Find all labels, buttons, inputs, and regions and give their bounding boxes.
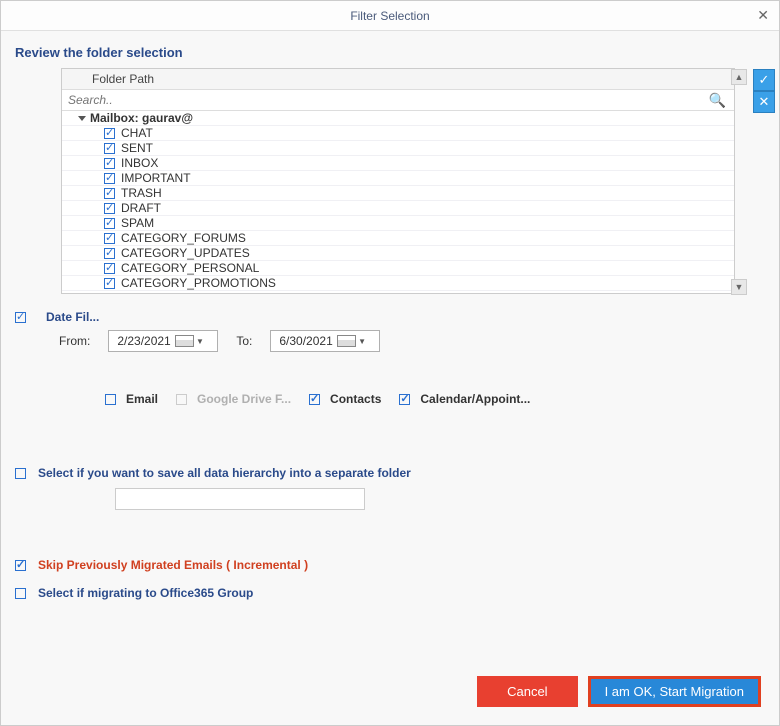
folder-label: CATEGORY_UPDATES: [121, 246, 250, 260]
email-checkbox[interactable]: [105, 394, 116, 405]
folder-checkbox[interactable]: [104, 203, 115, 214]
folder-label: INBOX: [121, 156, 158, 170]
calendar-icon[interactable]: [175, 335, 194, 347]
folder-label: CHAT: [121, 126, 153, 140]
folder-row[interactable]: CATEGORY_PROMOTIONS: [62, 276, 734, 291]
check-all-button[interactable]: ✓: [753, 69, 775, 91]
chevron-down-icon[interactable]: ▼: [358, 337, 375, 346]
calendar-icon[interactable]: [337, 335, 356, 347]
folder-checkbox[interactable]: [104, 188, 115, 199]
skip-incremental-checkbox[interactable]: [15, 560, 26, 571]
scroll-down-icon[interactable]: ▼: [731, 279, 747, 295]
folder-row[interactable]: CATEGORY_UPDATES: [62, 246, 734, 261]
save-hierarchy-checkbox[interactable]: [15, 468, 26, 479]
gdrive-label: Google Drive F...: [197, 392, 291, 406]
folder-tree-body[interactable]: Mailbox: gaurav@ CHAT SENT INBOX IMPORTA…: [62, 111, 734, 293]
hierarchy-folder-input[interactable]: [115, 488, 365, 510]
contacts-checkbox[interactable]: [309, 394, 320, 405]
folder-row[interactable]: TRASH: [62, 186, 734, 201]
office365-group-checkbox[interactable]: [15, 588, 26, 599]
save-hierarchy-label: Select if you want to save all data hier…: [38, 466, 411, 480]
date-filter-checkbox[interactable]: [15, 312, 26, 323]
folder-row[interactable]: IMPORTANT: [62, 171, 734, 186]
folder-path-header: Folder Path: [62, 69, 734, 90]
to-date-input[interactable]: 6/30/2021 ▼: [270, 330, 380, 352]
title-bar: Filter Selection ✕: [1, 1, 779, 31]
folder-label: CATEGORY_FORUMS: [121, 231, 246, 245]
folder-label: SENT: [121, 141, 153, 155]
folder-checkbox[interactable]: [104, 293, 115, 294]
footer-buttons: Cancel I am OK, Start Migration: [477, 676, 761, 707]
mailbox-row[interactable]: Mailbox: gaurav@: [62, 111, 734, 126]
calendar-checkbox[interactable]: [399, 394, 410, 405]
window-title: Filter Selection: [350, 9, 429, 23]
folder-label: TRASH: [121, 186, 162, 200]
start-migration-button[interactable]: I am OK, Start Migration: [591, 679, 758, 704]
cancel-button[interactable]: Cancel: [477, 676, 577, 707]
from-date-value: 2/23/2021: [117, 334, 170, 348]
review-heading: Review the folder selection: [15, 45, 765, 60]
uncheck-all-button[interactable]: ✕: [753, 91, 775, 113]
contacts-label: Contacts: [330, 392, 381, 406]
folder-row[interactable]: SPAM: [62, 216, 734, 231]
close-icon[interactable]: ✕: [757, 7, 769, 24]
folder-checkbox[interactable]: [104, 158, 115, 169]
search-row: 🔍: [62, 90, 734, 111]
folder-label: DRAFT: [121, 201, 161, 215]
from-date-input[interactable]: 2/23/2021 ▼: [108, 330, 218, 352]
office365-group-label: Select if migrating to Office365 Group: [38, 586, 253, 600]
gdrive-checkbox: [176, 394, 187, 405]
chevron-down-icon[interactable]: ▼: [196, 337, 213, 346]
folder-checkbox[interactable]: [104, 128, 115, 139]
folder-tree: Folder Path 🔍 Mailbox: gaurav@ CHAT SENT…: [61, 68, 735, 294]
from-label: From:: [55, 334, 94, 348]
save-hierarchy-row: Select if you want to save all data hier…: [15, 466, 765, 480]
tree-action-col: ✓ ✕: [753, 69, 775, 113]
mailbox-label: Mailbox: gaurav@: [90, 111, 193, 125]
date-filter-label: Date Fil...: [46, 310, 99, 324]
folder-checkbox[interactable]: [104, 233, 115, 244]
folder-checkbox[interactable]: [104, 143, 115, 154]
expand-arrow-icon[interactable]: [78, 116, 86, 121]
folder-row[interactable]: SENT: [62, 141, 734, 156]
folder-row[interactable]: CATEGORY_PERSONAL: [62, 261, 734, 276]
search-icon[interactable]: 🔍: [701, 92, 734, 109]
search-input[interactable]: [62, 90, 701, 110]
folder-label: CATEGORY_PROMOTIONS: [121, 276, 276, 290]
to-date-value: 6/30/2021: [279, 334, 332, 348]
email-label: Email: [126, 392, 158, 406]
office365-group-row: Select if migrating to Office365 Group: [15, 586, 765, 600]
folder-label: CATEGORY_PERSONAL: [121, 261, 259, 275]
folder-row[interactable]: CATEGORY_FORUMS: [62, 231, 734, 246]
item-types-row: Email Google Drive F... Contacts Calenda…: [105, 392, 765, 406]
skip-incremental-label: Skip Previously Migrated Emails ( Increm…: [38, 558, 308, 572]
folder-row[interactable]: DRAFT: [62, 201, 734, 216]
scroll-up-icon[interactable]: ▲: [731, 69, 747, 85]
folder-row[interactable]: CHAT: [62, 126, 734, 141]
folder-label: SPAM: [121, 216, 154, 230]
folder-row[interactable]: CATEGORY_SOCIAL: [62, 291, 734, 293]
to-label: To:: [232, 334, 256, 348]
folder-label: CATEGORY_SOCIAL: [121, 291, 238, 293]
folder-checkbox[interactable]: [104, 248, 115, 259]
date-filter-row: Date Fil...: [15, 310, 765, 324]
folder-checkbox[interactable]: [104, 278, 115, 289]
start-button-highlight: I am OK, Start Migration: [588, 676, 761, 707]
folder-checkbox[interactable]: [104, 218, 115, 229]
folder-checkbox[interactable]: [104, 173, 115, 184]
skip-incremental-row: Skip Previously Migrated Emails ( Increm…: [15, 558, 765, 572]
folder-label: IMPORTANT: [121, 171, 191, 185]
calendar-label: Calendar/Appoint...: [420, 392, 530, 406]
folder-row[interactable]: INBOX: [62, 156, 734, 171]
folder-checkbox[interactable]: [104, 263, 115, 274]
